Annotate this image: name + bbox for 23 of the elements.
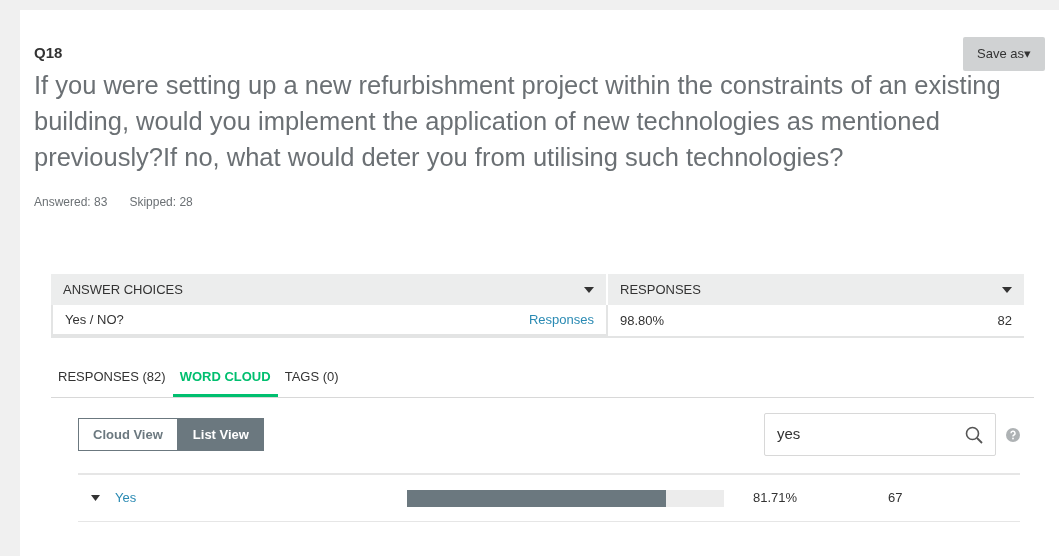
- caret-icon: [584, 286, 594, 293]
- search-icon[interactable]: [965, 425, 983, 444]
- table-cell-text: 82: [997, 311, 1012, 330]
- tab[interactable]: RESPONSES (82): [51, 360, 173, 397]
- caret-icon: [1002, 286, 1012, 293]
- skipped-count: Skipped: 28: [129, 194, 193, 211]
- table-cell-text: Yes / NO?: [65, 310, 124, 329]
- save-as-button[interactable]: Save as▾: [963, 37, 1045, 71]
- column-header[interactable]: RESPONSES: [608, 274, 1024, 305]
- column-header[interactable]: ANSWER CHOICES: [51, 274, 608, 305]
- answered-count: Answered: 83: [34, 194, 108, 211]
- question-text: If you were setting up a new refurbishment project within the constraints of an existing building, would you implement the application of new technologies as mentioned previously?If no, what would deter you from utilising such technologies?: [34, 70, 1002, 173]
- question-number: Q18: [34, 43, 63, 63]
- table-cell-text: 98.80%: [620, 311, 665, 330]
- tab[interactable]: TAGS (0): [277, 360, 346, 397]
- view-toggle-button[interactable]: List View: [177, 418, 264, 451]
- search-field[interactable]: yes: [764, 413, 996, 456]
- responses-link[interactable]: Responses: [528, 309, 594, 330]
- word-count: 67: [888, 489, 903, 508]
- word-link[interactable]: Yes: [115, 488, 407, 508]
- view-toggle-button[interactable]: Cloud View: [78, 418, 178, 451]
- caret-icon[interactable]: [91, 495, 100, 501]
- word-percent: 81.71%: [753, 489, 799, 508]
